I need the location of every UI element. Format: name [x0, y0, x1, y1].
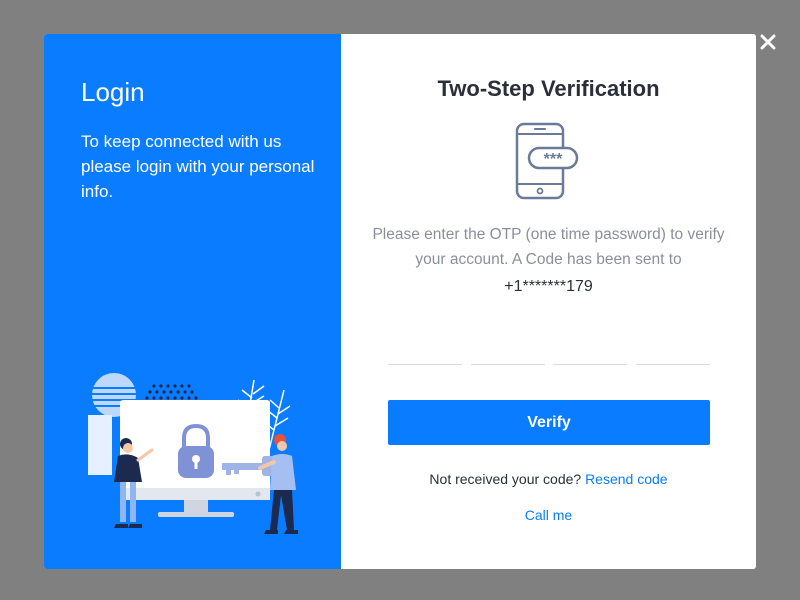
verification-title: Two-Step Verification: [437, 76, 660, 101]
deco-dots: [145, 384, 198, 400]
otp-digit-2[interactable]: [470, 341, 545, 365]
resend-line: Not received your code? Resend code: [341, 469, 756, 489]
resend-prompt: Not received your code?: [429, 471, 586, 487]
phone-otp-icon: ***: [515, 122, 579, 200]
computer-lock-key-people-illustration: [88, 373, 298, 534]
close-icon: [760, 34, 776, 50]
login-title: Login: [81, 77, 145, 107]
masked-phone-number: +1*******179: [504, 278, 593, 295]
resend-code-link[interactable]: Resend code: [585, 471, 668, 487]
login-description: To keep connected with us please login w…: [81, 132, 315, 201]
monitor-bezel: [120, 488, 270, 500]
svg-text:***: ***: [544, 151, 563, 168]
call-me-link[interactable]: Call me: [525, 507, 572, 523]
otp-digit-4[interactable]: [635, 341, 710, 365]
verify-button[interactable]: Verify: [388, 400, 710, 445]
otp-digit-1[interactable]: [388, 341, 462, 365]
otp-instructions: Please enter the OTP (one time password)…: [372, 226, 725, 268]
deco-panel: [88, 415, 112, 475]
verification-modal: Login To keep connected with us please l…: [44, 34, 756, 569]
login-info-panel: Login To keep connected with us please l…: [44, 34, 341, 569]
monitor-stand: [158, 512, 234, 517]
verification-panel: Two-Step Verification *** Please enter t…: [341, 34, 756, 569]
monitor-neck: [184, 500, 208, 514]
otp-input-group: [388, 341, 710, 365]
close-button[interactable]: [756, 30, 780, 54]
otp-digit-3[interactable]: [553, 341, 628, 365]
call-me-row: Call me: [341, 505, 756, 525]
